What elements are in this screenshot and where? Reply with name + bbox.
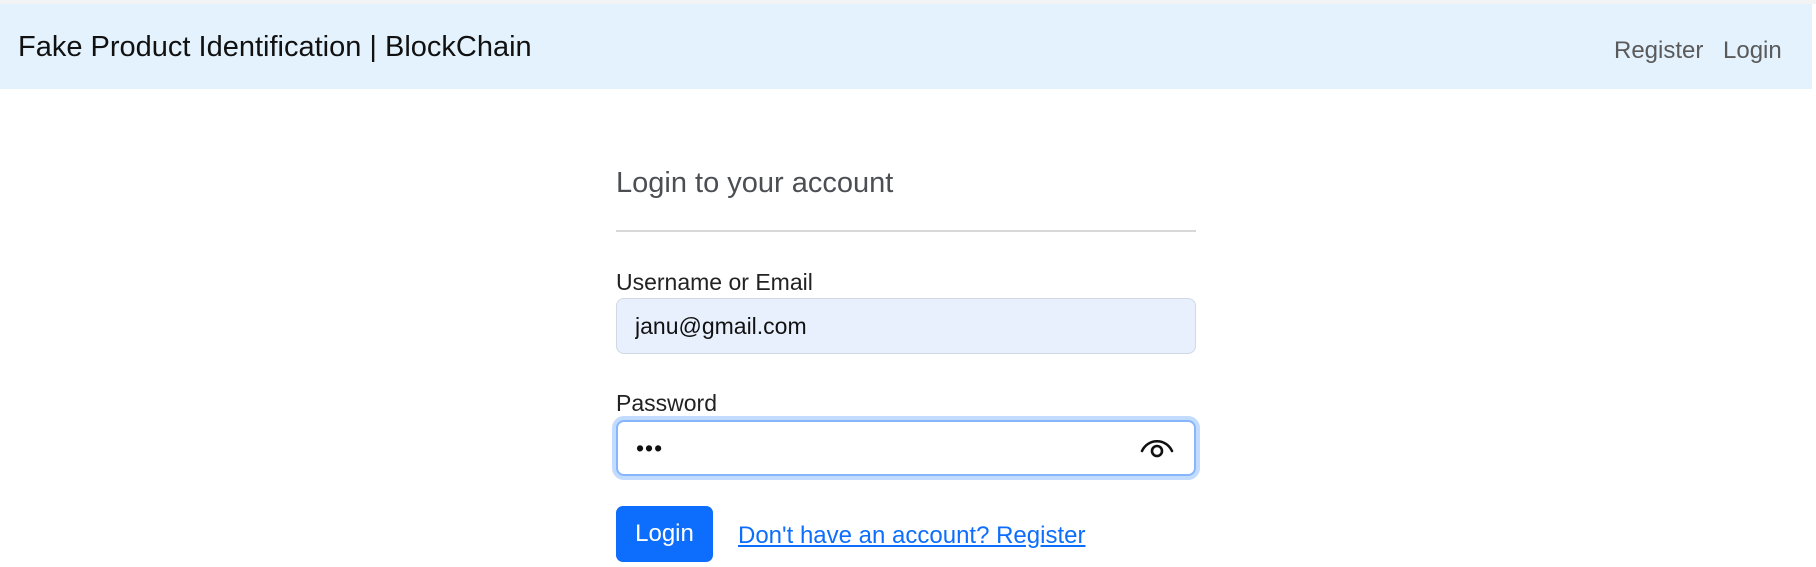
username-email-input[interactable] [616,298,1196,354]
form-heading: Login to your account [616,167,894,199]
nav-link-register[interactable]: Register [1614,37,1703,65]
navbar: Fake Product Identification | BlockChain… [0,4,1812,89]
heading-divider [616,230,1196,232]
navbar-brand[interactable]: Fake Product Identification | BlockChain [18,31,532,64]
login-button[interactable]: Login [616,506,713,562]
password-label: Password [616,390,717,416]
nav-link-login[interactable]: Login [1723,37,1782,65]
eye-icon[interactable] [1140,436,1174,460]
username-label: Username or Email [616,269,813,295]
password-input[interactable] [616,420,1196,476]
register-link[interactable]: Don't have an account? Register [738,522,1085,550]
